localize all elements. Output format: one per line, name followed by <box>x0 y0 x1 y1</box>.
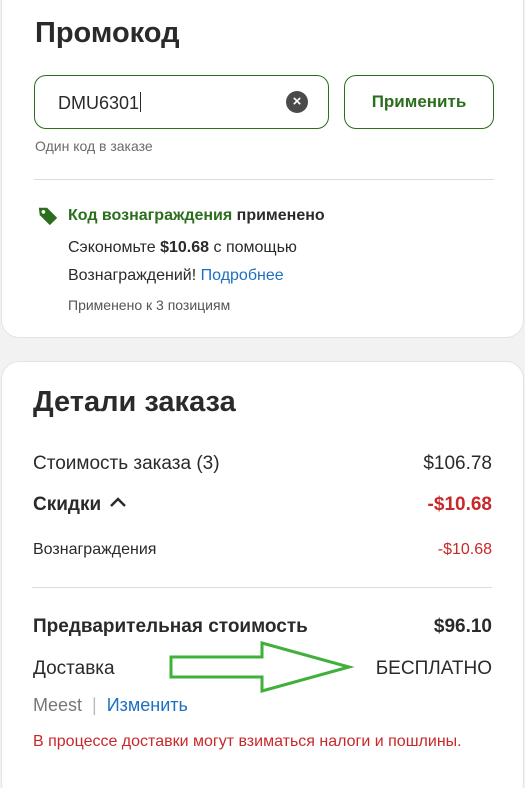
reward-status: Код вознаграждения применено <box>68 207 325 224</box>
order-details-card <box>1 361 524 788</box>
reward-rewards-line: Вознаграждений! Подробнее <box>68 267 284 284</box>
subtotal-row: Стоимость заказа (3) $106.78 <box>33 453 492 479</box>
promo-card: Промокод DMU6301 × Применить Один код в … <box>1 0 524 338</box>
reward-savings-line: Сэкономьте $10.68 с помощью <box>68 239 297 256</box>
checkout-page: Промокод DMU6301 × Применить Один код в … <box>0 0 525 788</box>
carrier-name: Meest <box>33 695 83 715</box>
discounts-row[interactable]: Скидки -$10.68 <box>33 494 492 520</box>
change-link[interactable]: Изменить <box>107 695 188 715</box>
apply-button[interactable]: Применить <box>344 75 494 129</box>
rewards-label: Вознаграждения <box>33 541 157 558</box>
promo-code-input[interactable]: DMU6301 × <box>34 75 329 129</box>
applied-note: Применено к 3 позициям <box>68 297 231 313</box>
chevron-up-icon[interactable] <box>109 496 127 508</box>
rewards-row: Вознаграждения -$10.68 <box>33 541 492 567</box>
divider <box>32 587 492 588</box>
carrier-row: Meest | Изменить <box>33 695 188 716</box>
estimated-total-value: $96.10 <box>433 616 492 637</box>
promo-hint: Один код в заказе <box>35 138 153 154</box>
clear-icon[interactable]: × <box>286 91 308 113</box>
rewards-value: -$10.68 <box>437 541 492 558</box>
shipping-label: Доставка <box>33 658 115 679</box>
arrow-annotation-icon <box>169 641 355 693</box>
discounts-value: -$10.68 <box>427 494 492 515</box>
order-title: Детали заказа <box>33 386 236 418</box>
tag-icon <box>38 207 58 226</box>
text-caret <box>140 92 142 112</box>
promo-code-value[interactable]: DMU6301 <box>58 92 142 114</box>
discounts-toggle[interactable]: Скидки <box>33 494 127 516</box>
subtotal-label: Стоимость заказа (3) <box>33 453 220 474</box>
estimated-total-row: Предварительная стоимость $96.10 <box>33 616 492 642</box>
estimated-total-label: Предварительная стоимость <box>33 616 308 637</box>
carrier-separator: | <box>92 695 97 715</box>
shipping-value: БЕСПЛАТНО <box>375 658 492 679</box>
promo-title: Промокод <box>35 17 180 49</box>
divider <box>34 179 494 180</box>
subtotal-value: $106.78 <box>423 453 492 474</box>
more-link[interactable]: Подробнее <box>201 267 284 284</box>
tax-warning: В процессе доставки могут взиматься нало… <box>33 733 462 750</box>
